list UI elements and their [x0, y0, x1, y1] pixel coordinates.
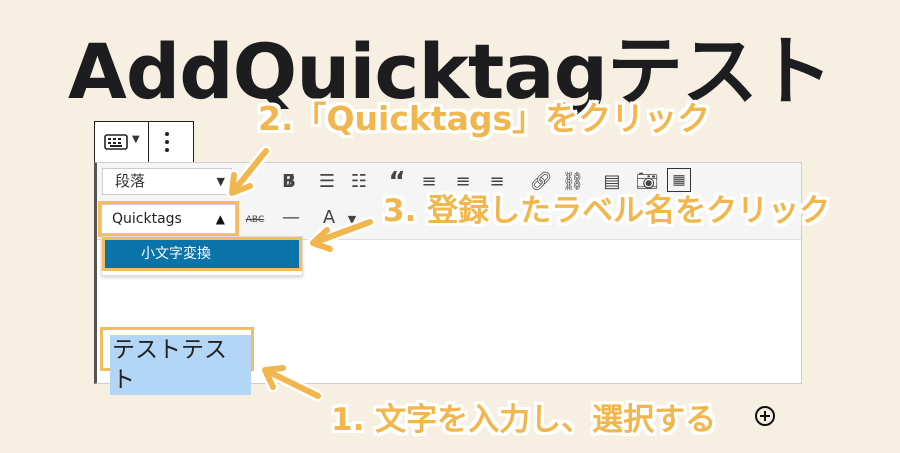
arrow-step1-icon	[259, 362, 324, 402]
arrow-step3-icon	[307, 216, 376, 255]
arrow-step2-icon	[226, 145, 272, 199]
annotation-step-1: 1. 文字を入力し、選択する	[331, 402, 717, 438]
annotation-step-3: 3. 登録したラベル名をクリック	[383, 193, 831, 229]
annotation-step-2: 2.「Quicktags」をクリック	[258, 99, 711, 138]
